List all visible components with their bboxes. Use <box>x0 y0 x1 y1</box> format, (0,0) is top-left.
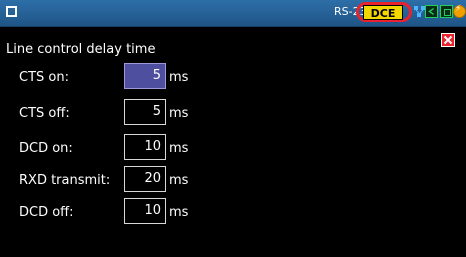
window-icon[interactable] <box>6 6 17 17</box>
storage-icon <box>440 5 453 18</box>
cts-on-unit: ms <box>169 70 189 85</box>
dcd-off-unit: ms <box>169 205 189 220</box>
dcd-on-label: DCD on: <box>19 141 73 156</box>
mode-badge[interactable]: DCE <box>363 5 403 20</box>
cts-off-input[interactable]: 5 <box>124 99 166 125</box>
cts-off-unit: ms <box>169 106 189 121</box>
rxd-transmit-input[interactable]: 20 <box>124 166 166 192</box>
dcd-off-label: DCD off: <box>19 205 74 220</box>
cts-on-input[interactable]: 5 <box>124 63 166 89</box>
dialog-title: Line control delay time <box>6 42 156 57</box>
rxd-transmit-label: RXD transmit: <box>19 173 111 188</box>
close-button[interactable] <box>441 33 455 47</box>
dcd-on-unit: ms <box>169 141 189 156</box>
arrow-icon <box>425 5 438 18</box>
cts-off-row: CTS off: 5 ms <box>0 99 466 129</box>
cts-on-label: CTS on: <box>19 70 69 85</box>
cts-off-label: CTS off: <box>19 106 70 121</box>
dcd-off-input[interactable]: 10 <box>124 198 166 224</box>
dcd-off-row: DCD off: 10 ms <box>0 198 466 228</box>
cts-on-row: CTS on: 5 ms <box>0 63 466 93</box>
status-bar: RS-232C DCE <box>0 0 466 27</box>
rxd-transmit-row: RXD transmit: 20 ms <box>0 166 466 196</box>
power-icon <box>453 4 466 18</box>
rxd-transmit-unit: ms <box>169 173 189 188</box>
dcd-on-input[interactable]: 10 <box>124 134 166 160</box>
dcd-on-row: DCD on: 10 ms <box>0 134 466 164</box>
